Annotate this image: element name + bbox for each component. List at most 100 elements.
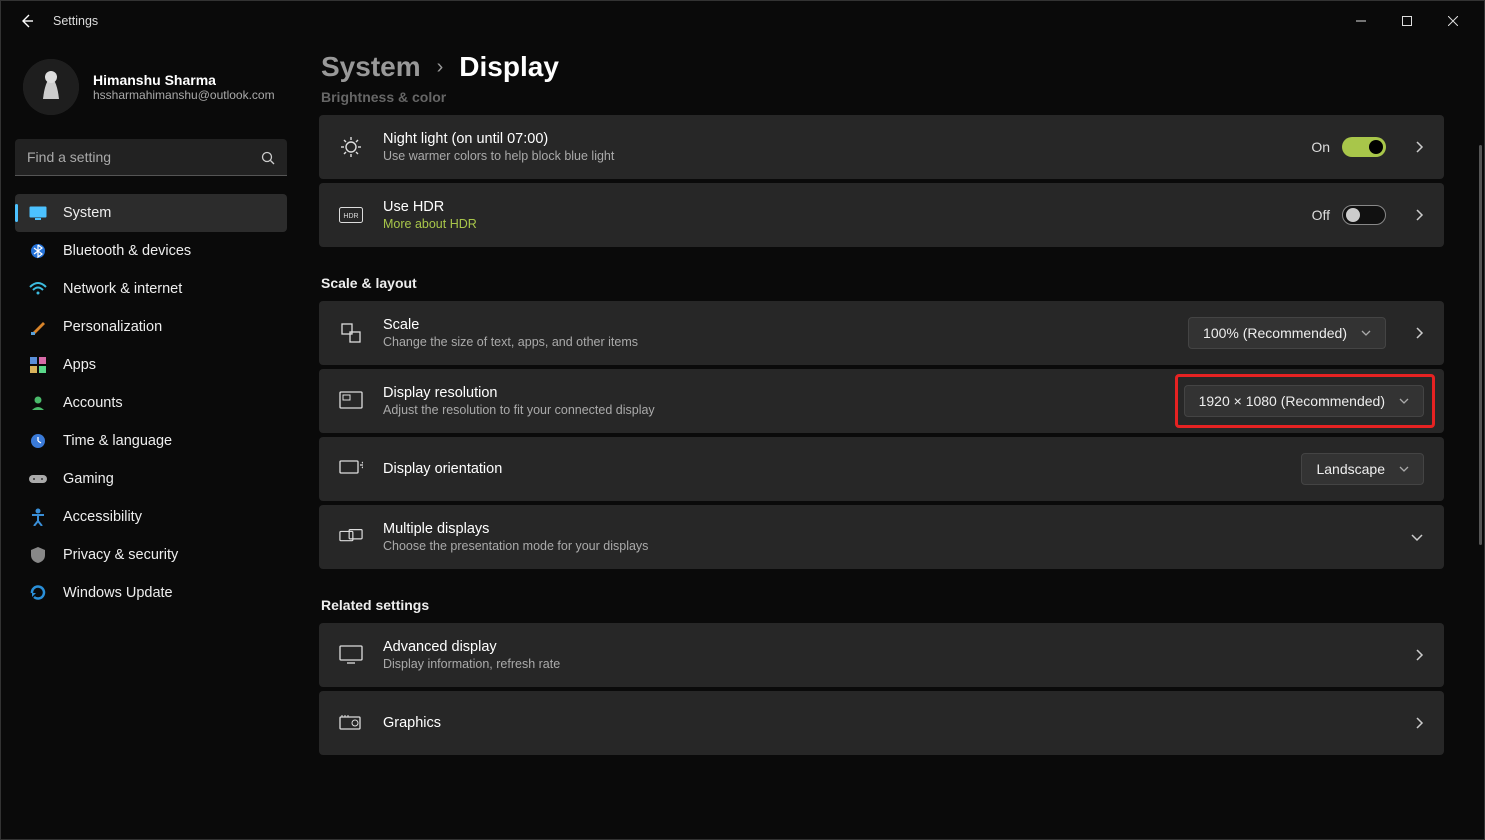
nav-list: System Bluetooth & devices Network & int… [15, 194, 287, 612]
nav-label: Time & language [63, 433, 172, 449]
chevron-down-icon [1399, 465, 1409, 473]
resolution-title: Display resolution [383, 385, 655, 401]
update-icon [29, 584, 47, 602]
nav-label: Windows Update [63, 585, 173, 601]
chevron-right-icon [1414, 648, 1424, 662]
chevron-right-icon [1414, 716, 1424, 730]
maximize-icon [1402, 16, 1412, 26]
multiple-sub: Choose the presentation mode for your di… [383, 539, 648, 553]
section-header-brightness: Brightness & color [321, 89, 1444, 105]
nav-item-network[interactable]: Network & internet [15, 270, 287, 308]
shield-icon [29, 546, 47, 564]
nav-label: System [63, 205, 111, 221]
back-button[interactable] [9, 3, 45, 39]
night-light-icon [339, 136, 363, 158]
nav-item-apps[interactable]: Apps [15, 346, 287, 384]
row-hdr[interactable]: HDR Use HDR More about HDR Off [319, 183, 1444, 247]
hdr-title: Use HDR [383, 199, 477, 215]
sidebar: Himanshu Sharma hssharmahimanshu@outlook… [1, 41, 301, 839]
nav-item-accessibility[interactable]: Accessibility [15, 498, 287, 536]
orientation-dropdown[interactable]: Landscape [1301, 453, 1424, 485]
chevron-down-icon [1399, 397, 1409, 405]
row-multiple-displays[interactable]: Multiple displays Choose the presentatio… [319, 505, 1444, 569]
scale-value: 100% (Recommended) [1203, 325, 1347, 341]
scrollbar[interactable] [1478, 145, 1482, 833]
breadcrumb-parent[interactable]: System [321, 51, 421, 83]
night-light-title: Night light (on until 07:00) [383, 131, 614, 147]
search-icon [261, 151, 275, 165]
resolution-value: 1920 × 1080 (Recommended) [1199, 393, 1385, 409]
section-header-scale: Scale & layout [321, 275, 1444, 291]
chevron-down-icon [1361, 329, 1371, 337]
nav-label: Accounts [63, 395, 123, 411]
hdr-link[interactable]: More about HDR [383, 217, 477, 231]
resolution-icon [339, 391, 363, 411]
resolution-sub: Adjust the resolution to fit your connec… [383, 403, 655, 417]
avatar-image [23, 59, 79, 115]
profile-block[interactable]: Himanshu Sharma hssharmahimanshu@outlook… [15, 49, 287, 133]
chevron-down-icon [1410, 532, 1424, 542]
search-box[interactable] [15, 139, 287, 176]
nav-item-system[interactable]: System [15, 194, 287, 232]
nav-item-accounts[interactable]: Accounts [15, 384, 287, 422]
row-orientation[interactable]: Display orientation Landscape [319, 437, 1444, 501]
monitor-icon [339, 645, 363, 665]
titlebar: Settings [1, 1, 1484, 41]
nav-item-update[interactable]: Windows Update [15, 574, 287, 612]
chevron-right-icon [1414, 326, 1424, 340]
nav-item-gaming[interactable]: Gaming [15, 460, 287, 498]
minimize-button[interactable] [1338, 5, 1384, 37]
avatar [23, 59, 79, 115]
profile-name: Himanshu Sharma [93, 72, 275, 88]
nav-label: Privacy & security [63, 547, 178, 563]
nav-label: Personalization [63, 319, 162, 335]
arrow-left-icon [19, 13, 35, 29]
wifi-icon [29, 280, 47, 298]
clock-globe-icon [29, 432, 47, 450]
nav-label: Accessibility [63, 509, 142, 525]
person-icon [29, 394, 47, 412]
hdr-toggle[interactable] [1342, 205, 1386, 225]
hdr-icon: HDR [339, 207, 363, 223]
resolution-dropdown[interactable]: 1920 × 1080 (Recommended) [1184, 385, 1424, 417]
row-scale[interactable]: Scale Change the size of text, apps, and… [319, 301, 1444, 365]
close-button[interactable] [1430, 5, 1476, 37]
row-resolution[interactable]: Display resolution Adjust the resolution… [319, 369, 1444, 433]
multiple-title: Multiple displays [383, 521, 648, 537]
search-input[interactable] [15, 139, 287, 176]
advanced-sub: Display information, refresh rate [383, 657, 560, 671]
orientation-title: Display orientation [383, 461, 502, 477]
graphics-icon [339, 714, 363, 732]
accessibility-icon [29, 508, 47, 526]
multiple-displays-icon [339, 528, 363, 546]
nav-item-time[interactable]: Time & language [15, 422, 287, 460]
bluetooth-icon [29, 242, 47, 260]
nav-label: Apps [63, 357, 96, 373]
orientation-value: Landscape [1316, 461, 1385, 477]
nav-label: Bluetooth & devices [63, 243, 191, 259]
nav-item-bluetooth[interactable]: Bluetooth & devices [15, 232, 287, 270]
window-title: Settings [53, 14, 98, 28]
scale-sub: Change the size of text, apps, and other… [383, 335, 638, 349]
orientation-icon [339, 459, 363, 479]
apps-icon [29, 356, 47, 374]
chevron-right-icon [1414, 140, 1424, 154]
night-light-state: On [1311, 139, 1330, 155]
scrollbar-thumb[interactable] [1479, 145, 1482, 545]
row-graphics[interactable]: Graphics [319, 691, 1444, 755]
content-area: System › Display Brightness & color Nigh… [301, 41, 1484, 839]
row-advanced-display[interactable]: Advanced display Display information, re… [319, 623, 1444, 687]
chevron-right-icon [1414, 208, 1424, 222]
nav-item-privacy[interactable]: Privacy & security [15, 536, 287, 574]
night-light-toggle[interactable] [1342, 137, 1386, 157]
scale-icon [339, 322, 363, 344]
maximize-button[interactable] [1384, 5, 1430, 37]
scale-dropdown[interactable]: 100% (Recommended) [1188, 317, 1386, 349]
svg-text:HDR: HDR [343, 213, 358, 220]
nav-item-personalization[interactable]: Personalization [15, 308, 287, 346]
row-night-light[interactable]: Night light (on until 07:00) Use warmer … [319, 115, 1444, 179]
breadcrumb-current: Display [459, 51, 559, 83]
scale-title: Scale [383, 317, 638, 333]
minimize-icon [1356, 16, 1366, 26]
hdr-state: Off [1312, 207, 1330, 223]
